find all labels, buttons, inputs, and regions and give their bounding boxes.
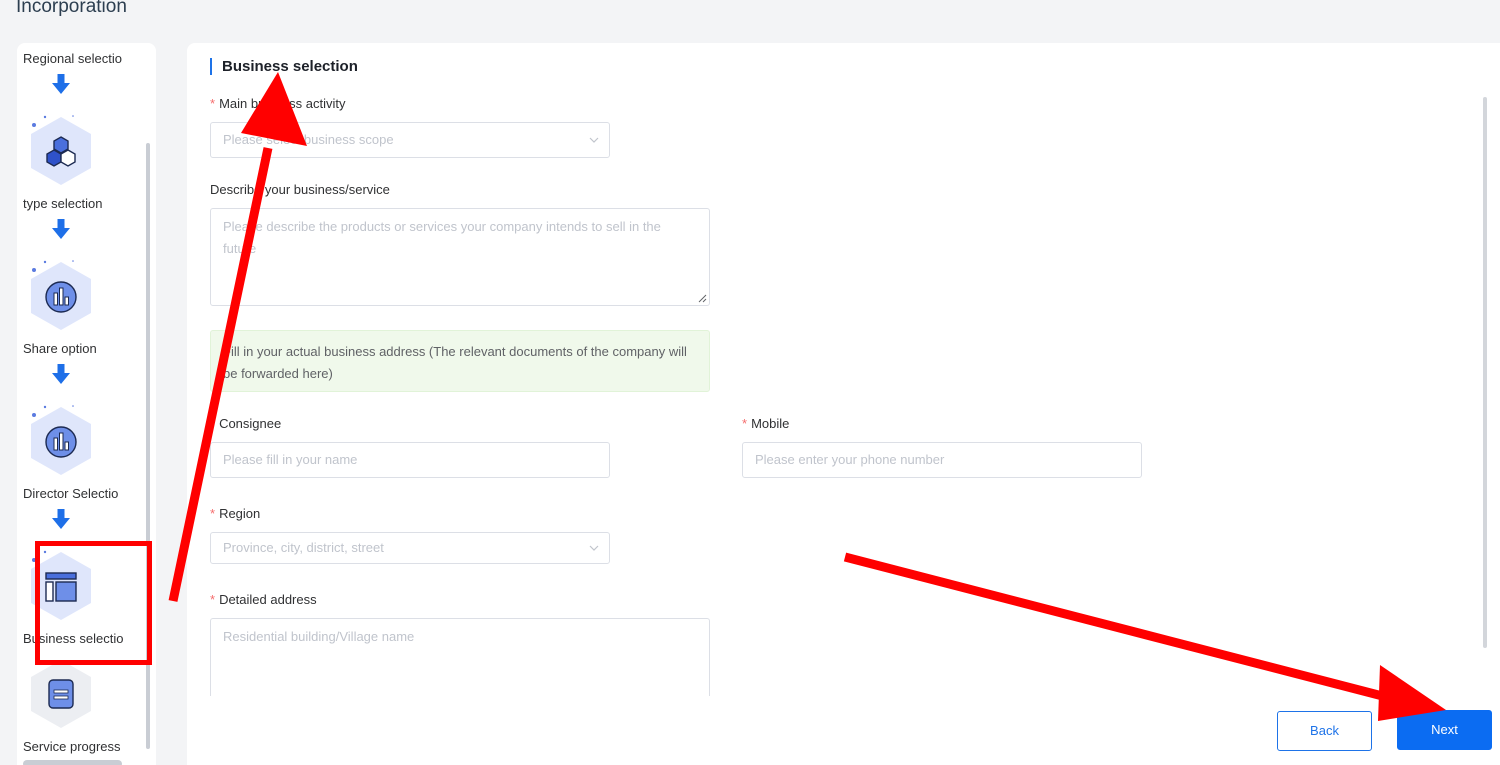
step-hex-share[interactable]: [27, 258, 93, 332]
next-button[interactable]: Next: [1397, 710, 1492, 750]
region-select[interactable]: Province, city, district, street: [210, 532, 610, 564]
consignee-input[interactable]: Please fill in your name: [210, 442, 610, 478]
main-scrollbar[interactable]: [1483, 97, 1487, 648]
sidebar-horizontal-scrollbar[interactable]: [23, 760, 122, 765]
annotation-highlight-box: [35, 541, 152, 665]
hexagons-icon: [46, 136, 76, 167]
resize-handle-icon[interactable]: [697, 293, 707, 303]
document-icon: [48, 679, 74, 709]
address-label: * Detailed address: [210, 592, 317, 607]
back-button[interactable]: Back: [1277, 711, 1372, 751]
address-notice: Fill in your actual business address (Th…: [210, 330, 710, 392]
describe-label: Describe your business/service: [210, 182, 390, 197]
chevron-down-icon: [589, 545, 599, 551]
step-label-share[interactable]: Share option: [23, 341, 141, 356]
mobile-input[interactable]: Please enter your phone number: [742, 442, 1142, 478]
consignee-label: * Consignee: [210, 416, 282, 431]
step-hex-director[interactable]: [27, 403, 93, 477]
step-label-service[interactable]: Service progress: [23, 739, 141, 754]
region-label: * Region: [210, 506, 261, 521]
section-title: Business selection: [210, 58, 358, 75]
bar-chart-icon: [45, 426, 77, 458]
step-hex-service[interactable]: [27, 656, 93, 730]
down-arrow-icon: [52, 219, 70, 239]
main-activity-select[interactable]: Please select business scope: [210, 122, 610, 158]
mobile-label: * Mobile: [742, 416, 790, 431]
step-label-regional[interactable]: Regional selectio: [23, 51, 141, 66]
describe-textarea[interactable]: Please describe the products or services…: [210, 208, 710, 306]
chevron-down-icon: [589, 137, 599, 143]
down-arrow-icon: [52, 364, 70, 384]
down-arrow-icon: [52, 509, 70, 529]
bar-chart-icon: [45, 281, 77, 313]
down-arrow-icon: [52, 74, 70, 94]
step-hex-type[interactable]: [27, 113, 93, 187]
main-activity-label: * Main business activity: [210, 96, 346, 111]
address-textarea[interactable]: Residential building/Village name: [210, 618, 710, 696]
step-label-type[interactable]: type selection: [23, 196, 141, 211]
step-label-director[interactable]: Director Selectio: [23, 486, 141, 501]
page-title: Incorporation: [16, 0, 127, 17]
